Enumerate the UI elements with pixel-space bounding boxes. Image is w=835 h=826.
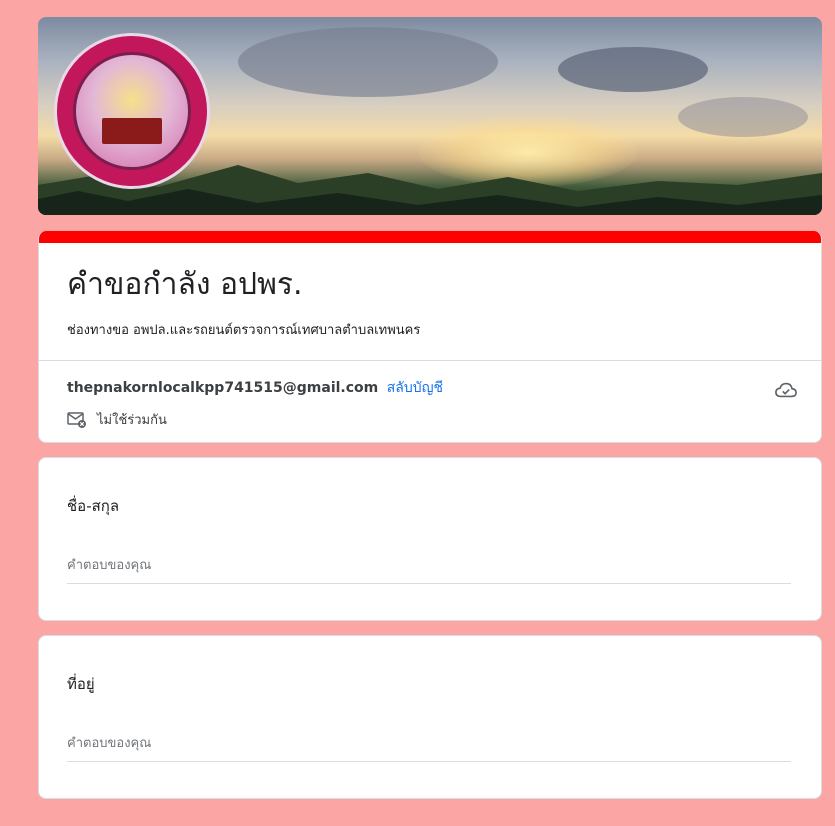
cloud-saved-icon: [775, 382, 797, 398]
municipality-logo: [54, 33, 210, 189]
switch-account-link[interactable]: สลับบัญชี: [387, 380, 443, 396]
accent-bar: [39, 231, 821, 243]
logo-temple: [102, 118, 162, 144]
question-card-address: ที่อยู่: [38, 635, 822, 799]
banner-cloud: [238, 27, 498, 97]
form-container: คำขอกำลัง อปพร. ช่องทางขอ อพปล.และรถยนต์…: [38, 17, 822, 799]
name-answer-input[interactable]: [67, 558, 791, 584]
header-banner: [38, 17, 822, 215]
banner-cloud: [558, 47, 708, 92]
mail-not-shared-icon: [67, 411, 86, 428]
form-description: ช่องทางขอ อพปล.และรถยนต์ตรวจการณ์เทศบาลต…: [67, 323, 421, 338]
question-label: ที่อยู่: [67, 675, 95, 693]
logo-emblem: [73, 52, 191, 170]
question-label: ชื่อ-สกุล: [67, 497, 120, 515]
question-card-name: ชื่อ-สกุล: [38, 457, 822, 621]
not-shared-label: ไม่ใช้ร่วมกัน: [97, 413, 167, 428]
account-email: thepnakornlocalkpp741515@gmail.com: [67, 380, 379, 396]
account-section: thepnakornlocalkpp741515@gmail.com สลับบ…: [39, 361, 821, 442]
address-answer-input[interactable]: [67, 736, 791, 762]
banner-cloud: [678, 97, 808, 137]
form-title: คำขอกำลัง อปพร.: [67, 267, 303, 302]
form-header-card: คำขอกำลัง อปพร. ช่องทางขอ อพปล.และรถยนต์…: [38, 231, 822, 443]
